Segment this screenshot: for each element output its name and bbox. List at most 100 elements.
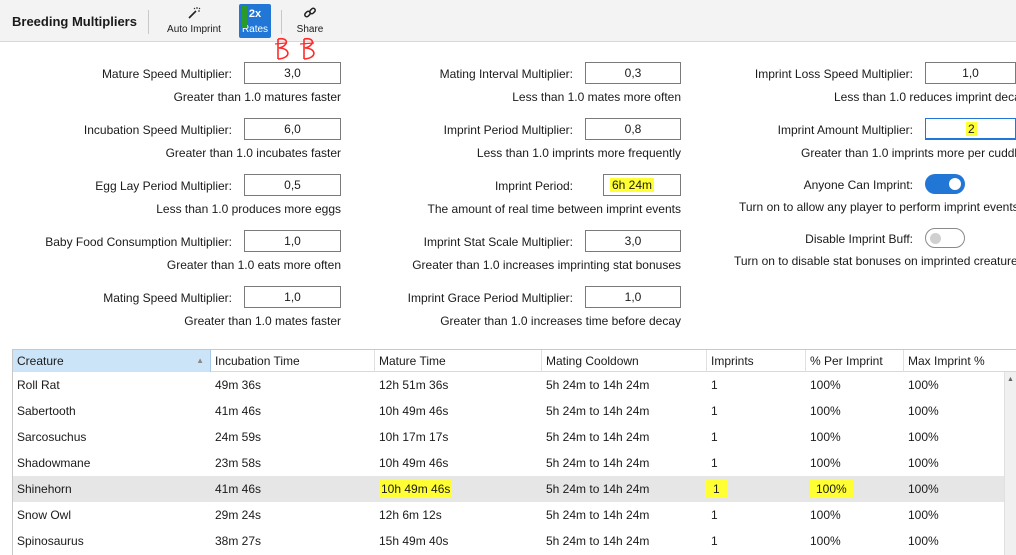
incubation-speed-input[interactable]: 6,0 [244, 118, 341, 140]
handwritten-annotation [274, 37, 315, 60]
imprint-amount-value: 2 [966, 122, 977, 136]
anyone-can-imprint-label: Anyone Can Imprint: [803, 178, 913, 192]
cell-per-imprint: 100% [810, 378, 841, 392]
cell-per-imprint: 100% [810, 404, 841, 418]
column-header-incubation[interactable]: Incubation Time [211, 350, 375, 372]
table-header: Creature ▲ Incubation Time Mature Time M… [13, 350, 1016, 372]
cell-incubation: 38m 27s [215, 534, 262, 548]
cell-mating-cooldown: 5h 24m to 14h 24m [546, 456, 650, 470]
table-row[interactable]: Sarcosuchus 24m 59s 10h 17m 17s 5h 24m t… [13, 424, 1005, 450]
cell-max-imprint: 100% [908, 430, 939, 444]
cell-incubation: 41m 46s [215, 482, 262, 496]
toggle-knob [949, 178, 961, 190]
column-header-mating-cooldown[interactable]: Mating Cooldown [542, 350, 707, 372]
mature-speed-label: Mature Speed Multiplier: [101, 67, 232, 81]
baby-food-label: Baby Food Consumption Multiplier: [45, 235, 232, 249]
vertical-scrollbar[interactable]: ▲ [1004, 372, 1016, 555]
auto-imprint-button[interactable]: Auto Imprint [162, 4, 226, 38]
cell-imprints: 1 [711, 404, 718, 418]
imprint-stat-scale-hint: Greater than 1.0 increases imprinting st… [412, 258, 681, 272]
toolbar-separator [281, 10, 282, 34]
cell-max-imprint: 100% [908, 378, 939, 392]
app-title: Breeding Multipliers [12, 14, 137, 29]
imprint-loss-input[interactable]: 1,0 [925, 62, 1016, 84]
imprint-grace-input[interactable]: 1,0 [585, 286, 681, 308]
creature-table: Creature ▲ Incubation Time Mature Time M… [12, 349, 1016, 555]
incubation-speed-hint: Greater than 1.0 incubates faster [165, 146, 341, 160]
table-row[interactable]: Snow Owl 29m 24s 12h 6m 12s 5h 24m to 14… [13, 502, 1005, 528]
toolbar: Breeding Multipliers Auto Imprint 2x Rat… [0, 0, 1016, 42]
egg-lay-period-hint: Less than 1.0 produces more eggs [156, 202, 341, 216]
cell-mature: 12h 6m 12s [379, 508, 442, 522]
cell-incubation: 23m 58s [215, 456, 262, 470]
cell-per-imprint: 100% [810, 508, 841, 522]
imprint-loss-label: Imprint Loss Speed Multiplier: [754, 67, 913, 81]
imprint-amount-label: Imprint Amount Multiplier: [777, 123, 913, 137]
rates-button[interactable]: 2x Rates [239, 4, 271, 38]
table-row[interactable]: Shadowmane 23m 58s 10h 49m 46s 5h 24m to… [13, 450, 1005, 476]
link-icon [292, 6, 328, 22]
cell-max-imprint: 100% [908, 508, 939, 522]
column-header-creature[interactable]: Creature ▲ [13, 350, 211, 372]
mating-speed-input[interactable]: 1,0 [244, 286, 341, 308]
mature-speed-hint: Greater than 1.0 matures faster [173, 90, 341, 104]
column-header-label: Creature [17, 354, 64, 368]
column-header-imprints[interactable]: Imprints [707, 350, 806, 372]
imprint-period-multiplier-input[interactable]: 0,8 [585, 118, 681, 140]
disable-imprint-buff-toggle[interactable] [925, 228, 965, 248]
cell-creature: Spinosaurus [17, 534, 84, 548]
mature-speed-input[interactable]: 3,0 [244, 62, 341, 84]
highlighted-mature-time: 10h 49m 46s [379, 480, 453, 498]
table-row[interactable]: Spinosaurus 38m 27s 15h 49m 40s 5h 24m t… [13, 528, 1005, 554]
cell-mating-cooldown: 5h 24m to 14h 24m [546, 430, 650, 444]
table-row-selected[interactable]: Shinehorn 41m 46s 10h 49m 46s 5h 24m to … [13, 476, 1005, 502]
column-header-per-imprint[interactable]: % Per Imprint [806, 350, 904, 372]
rates-marker [242, 6, 247, 28]
cell-mating-cooldown: 5h 24m to 14h 24m [546, 482, 650, 496]
imprint-period-multiplier-label: Imprint Period Multiplier: [443, 123, 573, 137]
cell-mating-cooldown: 5h 24m to 14h 24m [546, 378, 650, 392]
column-header-mature[interactable]: Mature Time [375, 350, 542, 372]
imprint-period-value: 6h 24m [603, 174, 681, 196]
anyone-can-imprint-hint: Turn on to allow any player to perform i… [739, 200, 1016, 214]
baby-food-input[interactable]: 1,0 [244, 230, 341, 252]
share-button[interactable]: Share [292, 4, 328, 38]
table-row[interactable]: Roll Rat 49m 36s 12h 51m 36s 5h 24m to 1… [13, 372, 1005, 398]
toolbar-separator [148, 10, 149, 34]
column-header-max-imprint[interactable]: Max Imprint % [904, 350, 1016, 372]
cell-max-imprint: 100% [908, 534, 939, 548]
egg-lay-period-input[interactable]: 0,5 [244, 174, 341, 196]
cell-per-imprint: 100% [810, 430, 841, 444]
imprint-grace-hint: Greater than 1.0 increases time before d… [440, 314, 681, 328]
cell-max-imprint: 100% [908, 456, 939, 470]
imprint-stat-scale-input[interactable]: 3,0 [585, 230, 681, 252]
table-row[interactable]: Sabertooth 41m 46s 10h 49m 46s 5h 24m to… [13, 398, 1005, 424]
cell-creature: Sarcosuchus [17, 430, 87, 444]
sort-ascending-icon: ▲ [196, 356, 204, 365]
cell-incubation: 29m 24s [215, 508, 262, 522]
rates-icon: 2x [239, 6, 271, 28]
baby-food-hint: Greater than 1.0 eats more often [166, 258, 341, 272]
anyone-can-imprint-toggle[interactable] [925, 174, 965, 194]
imprint-amount-input[interactable]: 2 [925, 118, 1016, 140]
cell-max-imprint: 100% [908, 404, 939, 418]
mating-speed-label: Mating Speed Multiplier: [103, 291, 232, 305]
mating-interval-input[interactable]: 0,3 [585, 62, 681, 84]
cell-per-imprint: 100% [810, 534, 841, 548]
scroll-up-icon[interactable]: ▲ [1007, 376, 1014, 383]
cell-per-imprint: 100% [806, 476, 853, 502]
cell-creature: Shinehorn [17, 482, 72, 496]
cell-per-imprint: 100% [810, 456, 841, 470]
cell-incubation: 49m 36s [215, 378, 262, 392]
cell-mature: 10h 49m 46s [379, 404, 449, 418]
cell-creature: Sabertooth [17, 404, 76, 418]
imprint-period-multiplier-hint: Less than 1.0 imprints more frequently [476, 146, 681, 160]
cell-mating-cooldown: 5h 24m to 14h 24m [546, 534, 650, 548]
cell-incubation: 41m 46s [215, 404, 262, 418]
mating-interval-hint: Less than 1.0 mates more often [512, 90, 681, 104]
cell-creature: Shadowmane [17, 456, 91, 470]
cell-mating-cooldown: 5h 24m to 14h 24m [546, 404, 650, 418]
cell-max-imprint: 100% [908, 482, 939, 496]
imprint-period-value-text: 6h 24m [610, 178, 655, 192]
highlighted-per-imprint: 100% [810, 480, 853, 498]
